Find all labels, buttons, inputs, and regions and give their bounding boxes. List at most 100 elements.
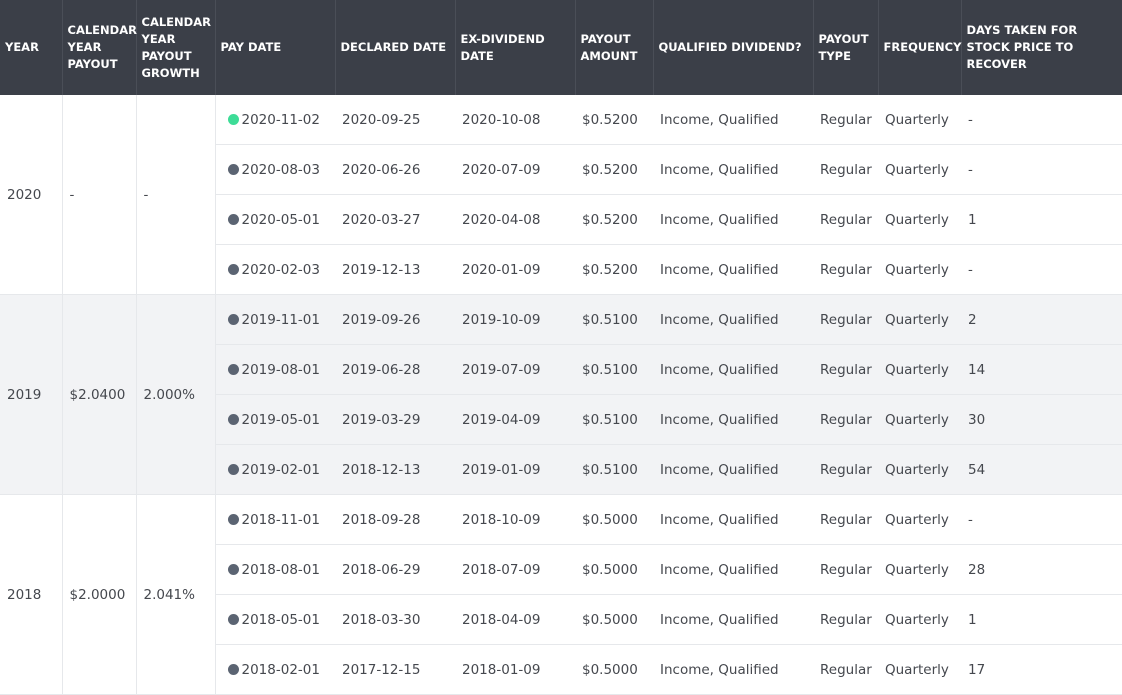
days-to-recover-cell: 1 bbox=[961, 194, 1122, 245]
payout-amount-cell: $0.5000 bbox=[575, 594, 653, 645]
ex-dividend-date-cell: 2020-04-08 bbox=[455, 194, 575, 245]
declared-date-cell: 2018-06-29 bbox=[335, 544, 455, 595]
header-payout-type[interactable]: PAYOUT TYPE bbox=[813, 0, 879, 95]
calendar-year-payout-cell: - bbox=[62, 95, 137, 295]
frequency-cell: Quarterly bbox=[878, 244, 961, 295]
table-row: 2019 $2.0400 2.000% 2019-11-01 2019-09-26 201… bbox=[0, 294, 1122, 495]
qualified-dividend-cell: Income, Qualified bbox=[653, 294, 813, 345]
declared-date-cell: 2018-09-28 bbox=[335, 494, 455, 545]
ex-dividend-date-cell: 2019-01-09 bbox=[455, 444, 575, 495]
paid-status-dot-icon bbox=[227, 363, 239, 375]
ex-dividend-date-cell: 2020-10-08 bbox=[455, 95, 575, 145]
pay-date-text: 2020-02-03 bbox=[241, 261, 320, 278]
qualified-dividend-cell: Income, Qualified bbox=[653, 544, 813, 595]
payout-type-cell: Regular bbox=[813, 544, 878, 595]
pay-date-text: 2019-08-01 bbox=[241, 361, 320, 378]
payout-amount-cell: $0.5100 bbox=[575, 344, 653, 395]
pay-date-text: 2019-05-01 bbox=[241, 411, 320, 428]
ex-dividend-date-cell: 2018-07-09 bbox=[455, 544, 575, 595]
declared-date-cell: 2019-12-13 bbox=[335, 244, 455, 295]
qualified-dividend-cell: Income, Qualified bbox=[653, 194, 813, 245]
frequency-cell: Quarterly bbox=[878, 444, 961, 495]
paid-status-dot-icon bbox=[227, 563, 239, 575]
days-to-recover-cell: 2 bbox=[961, 294, 1122, 345]
frequency-cell: Quarterly bbox=[878, 194, 961, 245]
pay-date-cell: 2018-02-01 bbox=[214, 644, 335, 695]
upcoming-status-dot-icon bbox=[227, 113, 239, 125]
pay-date-cell: 2019-11-01 bbox=[214, 294, 335, 345]
days-to-recover-cell: - bbox=[961, 144, 1122, 195]
paid-status-dot-icon bbox=[227, 663, 239, 675]
paid-status-dot-icon bbox=[227, 263, 239, 275]
pay-date-text: 2018-11-01 bbox=[241, 511, 320, 528]
header-days-to-recover[interactable]: DAYS TAKEN FOR STOCK PRICE TO RECOVER bbox=[961, 0, 1122, 95]
header-ex-dividend-date[interactable]: EX-DIVIDEND DATE bbox=[455, 0, 576, 95]
header-calendar-year-payout[interactable]: CALENDAR YEAR PAYOUT bbox=[62, 0, 137, 95]
payout-amount-cell: $0.5000 bbox=[575, 644, 653, 695]
declared-date-cell: 2019-03-29 bbox=[335, 394, 455, 445]
qualified-dividend-cell: Income, Qualified bbox=[653, 644, 813, 695]
pay-date-cell: 2018-11-01 bbox=[214, 494, 335, 545]
days-to-recover-cell: 28 bbox=[961, 544, 1122, 595]
ex-dividend-date-cell: 2018-04-09 bbox=[455, 594, 575, 645]
pay-date-cell: 2018-08-01 bbox=[214, 544, 335, 595]
payout-type-cell: Regular bbox=[813, 444, 878, 495]
paid-status-dot-icon bbox=[227, 413, 239, 425]
payout-type-cell: Regular bbox=[813, 144, 878, 195]
year-cell: 2019 bbox=[0, 294, 63, 495]
table-row: 2018 $2.0000 2.041% 2018-11-01 2018-09-28 201… bbox=[0, 494, 1122, 695]
paid-status-dot-icon bbox=[227, 613, 239, 625]
header-declared-date[interactable]: DECLARED DATE bbox=[335, 0, 456, 95]
pay-date-text: 2020-08-03 bbox=[241, 161, 320, 178]
pay-date-cell: 2020-11-02 bbox=[214, 95, 335, 145]
ex-dividend-date-cell: 2019-07-09 bbox=[455, 344, 575, 395]
days-to-recover-cell: - bbox=[961, 95, 1122, 145]
payout-amount-cell: $0.5200 bbox=[575, 95, 653, 145]
pay-date-cell: 2020-02-03 bbox=[214, 244, 335, 295]
payout-amount-cell: $0.5100 bbox=[575, 444, 653, 495]
days-to-recover-cell: - bbox=[961, 494, 1122, 545]
qualified-dividend-cell: Income, Qualified bbox=[653, 95, 813, 145]
qualified-dividend-cell: Income, Qualified bbox=[653, 494, 813, 545]
calendar-year-payout-cell: $2.0400 bbox=[62, 294, 137, 495]
frequency-cell: Quarterly bbox=[878, 394, 961, 445]
header-year[interactable]: YEAR bbox=[0, 0, 63, 95]
paid-status-dot-icon bbox=[227, 313, 239, 325]
header-payout-amount[interactable]: PAYOUT AMOUNT bbox=[575, 0, 654, 95]
qualified-dividend-cell: Income, Qualified bbox=[653, 344, 813, 395]
payout-amount-cell: $0.5200 bbox=[575, 144, 653, 195]
declared-date-cell: 2020-06-26 bbox=[335, 144, 455, 195]
pay-date-text: 2019-02-01 bbox=[241, 461, 320, 478]
pay-date-text: 2018-02-01 bbox=[241, 661, 320, 678]
payout-amount-cell: $0.5000 bbox=[575, 494, 653, 545]
days-to-recover-cell: 30 bbox=[961, 394, 1122, 445]
days-to-recover-cell: 1 bbox=[961, 594, 1122, 645]
header-frequency[interactable]: FREQUENCY bbox=[878, 0, 962, 95]
table-row: 2020- -2020-11-02 2020-09-25 2020-10-08 $0.5… bbox=[0, 95, 1122, 295]
year-cell: 2020 bbox=[0, 95, 63, 295]
table-body: 2020- -2020-11-02 2020-09-25 2020-10-08 $0.5… bbox=[0, 95, 1122, 695]
table-header: YEAR CALENDAR YEAR PAYOUT CALENDAR YEAR … bbox=[0, 0, 1122, 95]
declared-date-cell: 2018-12-13 bbox=[335, 444, 455, 495]
frequency-cell: Quarterly bbox=[878, 144, 961, 195]
declared-date-cell: 2019-09-26 bbox=[335, 294, 455, 345]
pay-date-text: 2018-05-01 bbox=[241, 611, 320, 628]
payout-type-cell: Regular bbox=[813, 594, 878, 645]
payout-type-cell: Regular bbox=[813, 644, 878, 695]
days-to-recover-cell: 17 bbox=[961, 644, 1122, 695]
frequency-cell: Quarterly bbox=[878, 95, 961, 145]
paid-status-dot-icon bbox=[227, 163, 239, 175]
payout-amount-cell: $0.5100 bbox=[575, 294, 653, 345]
header-pay-date[interactable]: PAY DATE bbox=[215, 0, 336, 95]
header-calendar-year-payout-growth[interactable]: CALENDAR YEAR PAYOUT GROWTH bbox=[136, 0, 216, 95]
ex-dividend-date-cell: 2020-07-09 bbox=[455, 144, 575, 195]
days-to-recover-cell: - bbox=[961, 244, 1122, 295]
ex-dividend-date-cell: 2019-10-09 bbox=[455, 294, 575, 345]
payout-amount-cell: $0.5200 bbox=[575, 194, 653, 245]
qualified-dividend-cell: Income, Qualified bbox=[653, 444, 813, 495]
ex-dividend-date-cell: 2018-10-09 bbox=[455, 494, 575, 545]
dividend-history-table: YEAR CALENDAR YEAR PAYOUT CALENDAR YEAR … bbox=[0, 0, 1122, 695]
frequency-cell: Quarterly bbox=[878, 544, 961, 595]
ex-dividend-date-cell: 2019-04-09 bbox=[455, 394, 575, 445]
header-qualified-dividend[interactable]: QUALIFIED DIVIDEND? bbox=[653, 0, 814, 95]
